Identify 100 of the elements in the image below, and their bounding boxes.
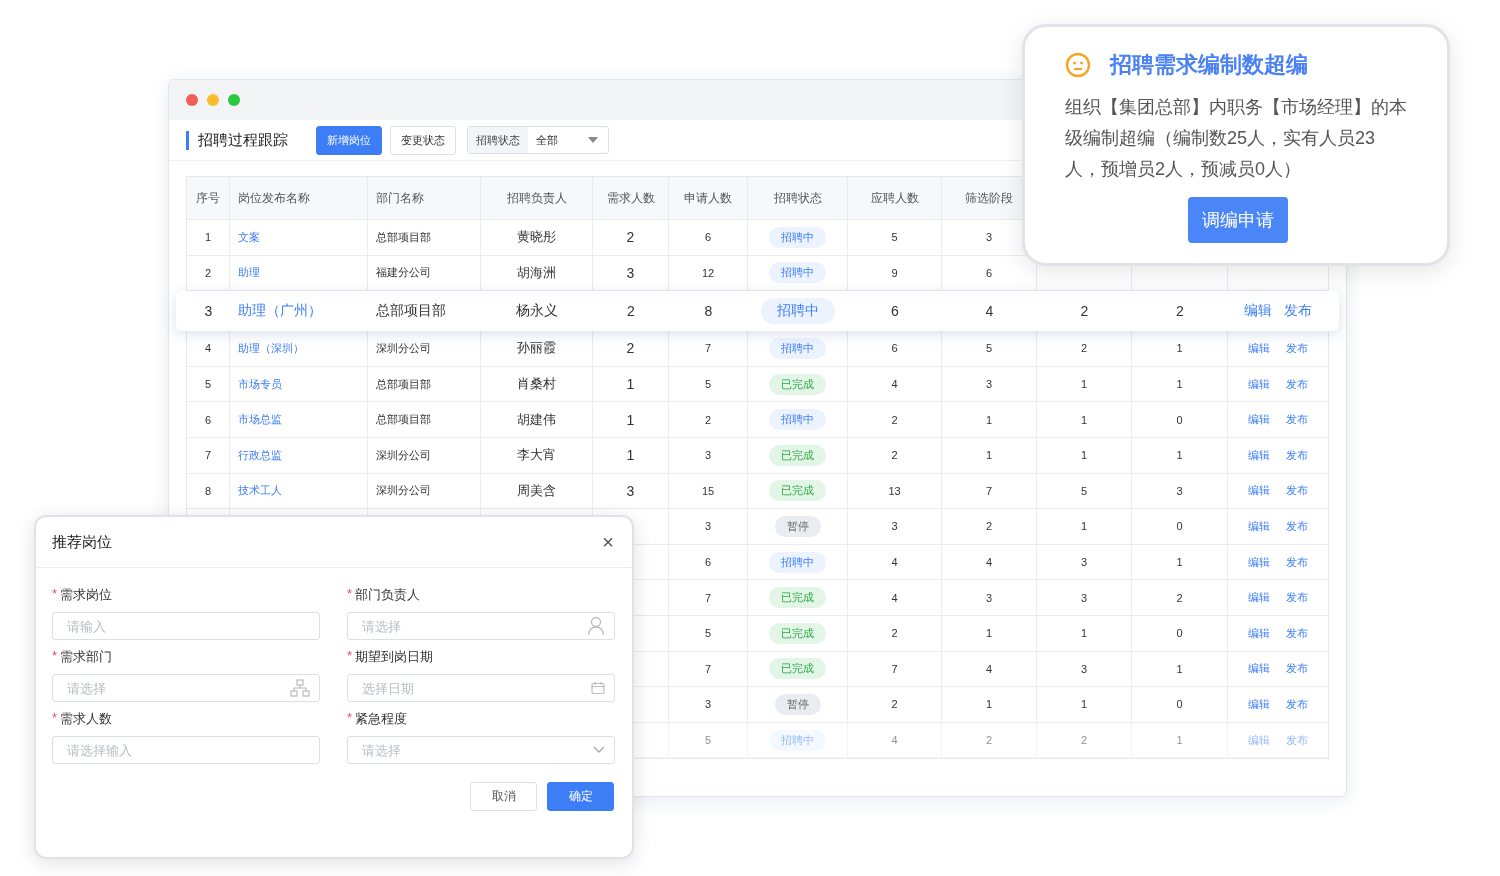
table-cell: 3 bbox=[891, 520, 898, 533]
status-tag: 招聘中 bbox=[769, 262, 826, 284]
table-cell: 2 bbox=[985, 520, 993, 533]
input-field[interactable]: 请选择输入 bbox=[52, 736, 320, 764]
input-field[interactable]: 请选择 bbox=[347, 612, 615, 640]
action-link[interactable]: 发布 bbox=[1284, 302, 1312, 321]
job-title-link[interactable]: 行政总监 bbox=[238, 447, 282, 463]
required-mark: * bbox=[347, 586, 353, 603]
table-cell: 5 bbox=[704, 627, 712, 640]
action-link[interactable]: 编辑 bbox=[1248, 518, 1270, 534]
alert-message: 组织【集团总部】内职务【市场经理】的本级编制超编（编制数25人，实有人员23人，预增员2人，预减员0人） bbox=[1065, 96, 1408, 181]
table-cell: 9 bbox=[891, 266, 898, 279]
table-cell: 2 bbox=[1080, 734, 1088, 746]
status-tag: 已完成 bbox=[769, 658, 826, 680]
action-link[interactable]: 编辑 bbox=[1248, 590, 1270, 606]
required-mark: * bbox=[347, 710, 353, 727]
action-link[interactable]: 发布 bbox=[1286, 590, 1308, 606]
table-cell: 5 bbox=[891, 231, 898, 244]
job-title-link[interactable]: 文案 bbox=[238, 229, 260, 245]
table-cell: 1 bbox=[1080, 449, 1088, 462]
table-cell: 4 bbox=[891, 556, 898, 569]
job-title-link[interactable]: 市场总监 bbox=[238, 412, 282, 428]
field-label: 需求人数 bbox=[60, 710, 113, 728]
column-header: 需求人数 bbox=[593, 177, 669, 219]
table-cell: 总部项目部 bbox=[376, 412, 431, 428]
action-link[interactable]: 编辑 bbox=[1248, 447, 1270, 463]
job-title-link[interactable]: 助理 bbox=[238, 265, 260, 281]
close-button[interactable]: × bbox=[598, 530, 618, 554]
table-cell: 李大宵 bbox=[517, 446, 556, 465]
maximize-dot-icon[interactable] bbox=[228, 94, 240, 106]
status-filter[interactable]: 招聘状态 全部 bbox=[467, 126, 609, 154]
table-cell: 1 bbox=[985, 413, 993, 426]
action-link[interactable]: 发布 bbox=[1286, 625, 1308, 641]
action-link[interactable]: 发布 bbox=[1286, 554, 1308, 570]
table-cell: 1 bbox=[626, 376, 635, 393]
table-cell: 2 bbox=[1080, 303, 1089, 320]
action-link[interactable]: 编辑 bbox=[1248, 625, 1270, 641]
job-title-link[interactable]: 技术工人 bbox=[238, 483, 282, 499]
table-cell: 孙丽霞 bbox=[517, 339, 556, 358]
table-cell: 2 bbox=[626, 229, 635, 246]
action-link[interactable]: 编辑 bbox=[1248, 732, 1270, 748]
action-link[interactable]: 编辑 bbox=[1248, 376, 1270, 392]
dialog-button[interactable]: 确定 bbox=[547, 782, 614, 811]
table-cell: 总部项目部 bbox=[376, 229, 431, 245]
table-cell: 8 bbox=[704, 303, 713, 320]
table-cell: 3 bbox=[204, 303, 213, 320]
action-link[interactable]: 编辑 bbox=[1248, 341, 1270, 356]
table-cell: 1 bbox=[1176, 449, 1183, 462]
table-cell: 胡海洲 bbox=[517, 263, 556, 282]
table-cell: 2 bbox=[627, 303, 635, 320]
table-cell: 3 bbox=[704, 449, 712, 462]
column-header: 岗位发布名称 bbox=[230, 177, 368, 219]
table-cell: 1 bbox=[1080, 698, 1088, 711]
status-tag: 招聘中 bbox=[769, 729, 826, 751]
alert-title: 招聘需求编制数超编 bbox=[1110, 51, 1308, 79]
adjust-request-button[interactable]: 调编申请 bbox=[1188, 197, 1288, 243]
table-cell: 福建分公司 bbox=[376, 265, 431, 281]
table-cell: 3 bbox=[704, 698, 712, 711]
table-cell: 1 bbox=[1176, 556, 1183, 569]
action-link[interactable]: 编辑 bbox=[1248, 696, 1270, 712]
job-title-link[interactable]: 助理（深圳） bbox=[238, 341, 304, 356]
action-link[interactable]: 发布 bbox=[1286, 696, 1308, 712]
table-cell: 15 bbox=[701, 484, 715, 497]
action-link[interactable]: 编辑 bbox=[1244, 302, 1272, 321]
table-cell: 1 bbox=[1176, 378, 1183, 391]
table-cell: 2 bbox=[891, 698, 898, 711]
action-link[interactable]: 发布 bbox=[1286, 661, 1308, 677]
table-cell: 5 bbox=[1080, 484, 1088, 497]
minimize-dot-icon[interactable] bbox=[207, 94, 219, 106]
input-field[interactable]: 请选择 bbox=[52, 674, 320, 702]
table-cell: 6 bbox=[891, 342, 898, 355]
job-title-link[interactable]: 市场专员 bbox=[238, 376, 282, 392]
action-link[interactable]: 发布 bbox=[1286, 518, 1308, 534]
action-link[interactable]: 发布 bbox=[1286, 341, 1308, 356]
action-link[interactable]: 发布 bbox=[1286, 483, 1308, 499]
table-cell: 7 bbox=[704, 342, 712, 355]
action-link[interactable]: 发布 bbox=[1286, 447, 1308, 463]
action-link[interactable]: 发布 bbox=[1286, 412, 1308, 428]
action-link[interactable]: 编辑 bbox=[1248, 554, 1270, 570]
toolbar-button[interactable]: 变更状态 bbox=[390, 125, 456, 155]
filter-label: 招聘状态 bbox=[468, 127, 528, 153]
action-link[interactable]: 发布 bbox=[1286, 732, 1308, 748]
action-link[interactable]: 编辑 bbox=[1248, 412, 1270, 428]
action-link[interactable]: 编辑 bbox=[1248, 483, 1270, 499]
status-tag: 招聘中 bbox=[769, 338, 826, 359]
table-cell: 2 bbox=[891, 413, 898, 426]
input-field[interactable]: 选择日期 bbox=[347, 674, 615, 702]
table-cell: 2 bbox=[891, 449, 898, 462]
input-field[interactable]: 请选择 bbox=[347, 736, 615, 764]
table-cell: 3 bbox=[985, 378, 993, 391]
table-cell: 2 bbox=[1176, 303, 1184, 320]
dialog-button[interactable]: 取消 bbox=[470, 782, 537, 811]
action-link[interactable]: 发布 bbox=[1286, 376, 1308, 392]
toolbar-button[interactable]: 新增岗位 bbox=[316, 125, 382, 155]
table-cell: 4 bbox=[985, 662, 993, 675]
input-field[interactable]: 请输入 bbox=[52, 612, 320, 640]
close-dot-icon[interactable] bbox=[186, 94, 198, 106]
table-cell: 3 bbox=[626, 482, 635, 499]
action-link[interactable]: 编辑 bbox=[1248, 661, 1270, 677]
job-title-link[interactable]: 助理（广州） bbox=[238, 302, 322, 321]
